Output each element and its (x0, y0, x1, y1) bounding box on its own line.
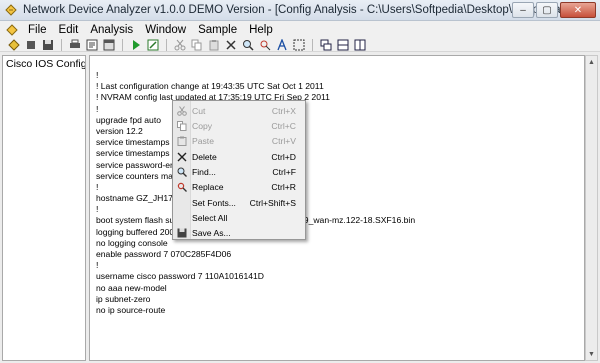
toolbar-separator (166, 38, 167, 51)
config-tree-pane[interactable]: Cisco IOS Configuration (2, 55, 86, 361)
context-item-label: Select All (192, 212, 228, 223)
minimize-button[interactable]: – (512, 2, 534, 18)
delete-icon (173, 149, 191, 164)
title-bar: Network Device Analyzer v1.0.0 DEMO Vers… (0, 0, 600, 21)
config-editor[interactable]: !! Last configuration change at 19:43:35… (89, 55, 585, 361)
save-icon[interactable] (40, 38, 56, 52)
context-item-replace[interactable]: Replace Ctrl+R (173, 179, 305, 194)
replace-icon[interactable] (257, 38, 273, 52)
toolbar-separator (122, 38, 123, 51)
context-item-save-as[interactable]: Save As... (173, 225, 305, 240)
menu-sample[interactable]: Sample (192, 24, 243, 36)
toolbar (0, 38, 600, 52)
delete-icon[interactable] (223, 38, 239, 52)
config-line[interactable]: ! Last configuration change at 19:43:35 … (96, 81, 415, 92)
font-icon[interactable] (274, 38, 290, 52)
context-menu: Cut Ctrl+X Copy Ctrl+C Paste Ctrl+V Dele… (172, 100, 306, 240)
context-item-cut[interactable]: Cut Ctrl+X (173, 103, 305, 118)
new-icon[interactable] (6, 38, 22, 52)
config-line[interactable]: username cisco password 7 110A1016141D (96, 271, 415, 282)
copy-icon (173, 118, 191, 133)
menu-edit[interactable]: Edit (53, 24, 85, 36)
toolbar-separator (61, 38, 62, 51)
context-item-find[interactable]: Find... Ctrl+F (173, 164, 305, 179)
context-item-label: Copy (192, 120, 213, 131)
context-item-shortcut: Ctrl+Shift+S (249, 197, 296, 208)
copy-icon[interactable] (189, 38, 205, 52)
replace-icon (173, 179, 191, 194)
save-icon (173, 225, 191, 240)
find-icon (173, 164, 191, 179)
menu-window[interactable]: Window (139, 24, 192, 36)
find-icon[interactable] (240, 38, 256, 52)
config-line[interactable]: ! (96, 260, 415, 271)
paste-icon[interactable] (206, 38, 222, 52)
context-item-select-all[interactable]: Select All (173, 210, 305, 225)
stop-icon[interactable] (23, 38, 39, 52)
cascade-icon[interactable] (318, 38, 334, 52)
context-item-label: Cut (192, 105, 206, 116)
config-line[interactable]: ip subnet-zero (96, 294, 415, 305)
context-item-label: Find... (192, 166, 216, 177)
context-item-delete[interactable]: Delete Ctrl+D (173, 149, 305, 164)
context-item-label: Paste (192, 135, 214, 146)
properties-icon[interactable] (101, 38, 117, 52)
toolbar-separator (312, 38, 313, 51)
run-icon[interactable] (128, 38, 144, 52)
tile-horizontal-icon[interactable] (335, 38, 351, 52)
context-item-shortcut: Ctrl+X (271, 105, 296, 116)
menu-file[interactable]: File (22, 24, 53, 36)
menu-help[interactable]: Help (243, 24, 279, 36)
close-button[interactable]: ✕ (560, 2, 596, 18)
config-line[interactable]: enable password 7 070C285F4D06 (96, 249, 415, 260)
context-item-shortcut: Ctrl+F (272, 166, 296, 177)
context-item-shortcut: Ctrl+C (271, 120, 296, 131)
select-all-icon[interactable] (291, 38, 307, 52)
config-line[interactable]: ! (96, 70, 415, 81)
document-icon[interactable] (6, 23, 18, 36)
context-item-label: Save As... (192, 227, 231, 238)
scroll-down-icon[interactable]: ▼ (586, 348, 597, 360)
menu-bar: File Edit Analysis Window Sample Help (0, 21, 600, 38)
tile-vertical-icon[interactable] (352, 38, 368, 52)
context-item-shortcut: Ctrl+D (271, 151, 296, 162)
paste-icon (173, 133, 191, 148)
context-item-shortcut: Ctrl+V (271, 135, 296, 146)
context-item-label: Replace (192, 181, 224, 192)
context-item-label: Set Fonts... (192, 197, 236, 208)
context-item-shortcut: Ctrl+R (271, 181, 296, 192)
config-line[interactable]: no aaa new-model (96, 283, 415, 294)
maximize-button[interactable]: ▢ (536, 2, 558, 18)
scroll-up-icon[interactable]: ▲ (586, 56, 597, 68)
cut-icon[interactable] (172, 38, 188, 52)
context-item-copy[interactable]: Copy Ctrl+C (173, 118, 305, 133)
context-item-label: Delete (192, 151, 217, 162)
context-item-set-fonts[interactable]: Set Fonts... Ctrl+Shift+S (173, 195, 305, 210)
vertical-scrollbar[interactable]: ▲ ▼ (585, 55, 598, 361)
menu-analysis[interactable]: Analysis (84, 24, 139, 36)
window-title: Network Device Analyzer v1.0.0 DEMO Vers… (23, 4, 580, 16)
export-icon[interactable] (145, 38, 161, 52)
print-icon[interactable] (67, 38, 83, 52)
config-line[interactable]: no ip source-route (96, 305, 415, 316)
app-icon (5, 4, 17, 16)
print-preview-icon[interactable] (84, 38, 100, 52)
context-item-paste[interactable]: Paste Ctrl+V (173, 133, 305, 148)
tree-item-cisco-ios-configuration[interactable]: Cisco IOS Configuration (3, 56, 85, 72)
cut-icon (173, 103, 191, 118)
